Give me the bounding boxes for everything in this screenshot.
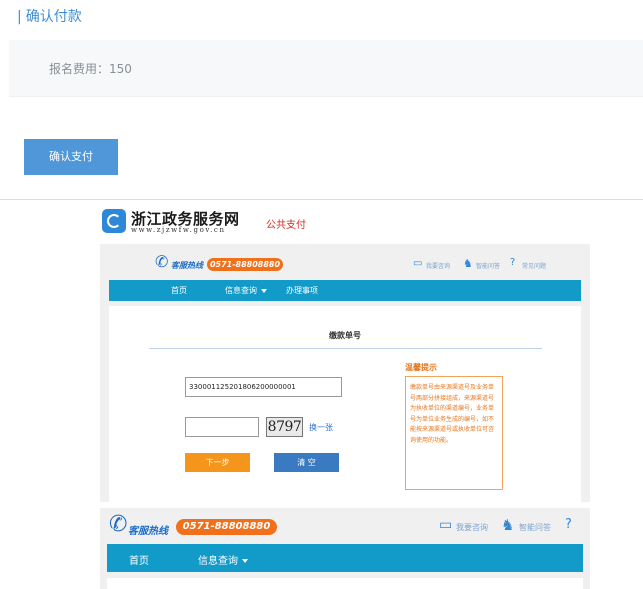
confirm-payment-panel: | 确认付款 报名费用：150 确认支付: [0, 0, 643, 200]
section-title: | 确认付款: [17, 9, 82, 25]
nav-home[interactable]: 首页: [171, 285, 187, 296]
portal-nav-bar: 首页 信息查询: [107, 544, 583, 572]
consult-link[interactable]: 我要咨询: [456, 522, 488, 533]
card-divider: [149, 348, 542, 349]
phone-icon: ✆: [155, 252, 169, 271]
lower-portal-frame: ✆ 客服热线 0571-88808880 ▭ 我要咨询 ♞ 智能问答 ? 首页 …: [100, 508, 590, 589]
portal-header: 浙江政务服务网 www.zjzwfw.gov.cn 公共支付: [100, 204, 590, 244]
chat-icon[interactable]: ▭: [413, 258, 422, 269]
captcha-image: 8797: [266, 417, 303, 437]
phone-icon: ✆: [109, 512, 128, 537]
nav-home[interactable]: 首页: [129, 552, 149, 567]
captcha-input[interactable]: [185, 417, 259, 437]
tips-title: 温馨提示: [405, 363, 437, 372]
payment-query-card: 缴款单号 330001125201806200000001 8797 换一张 下…: [109, 306, 581, 502]
chevron-down-icon: [242, 559, 248, 563]
hotline-label: 客服热线: [128, 526, 168, 537]
smart-qa-link[interactable]: 智能问答: [519, 522, 551, 533]
hotline-label: 客服热线: [171, 261, 203, 270]
faq-link[interactable]: 常见问题: [522, 261, 546, 270]
smart-qa-link[interactable]: 智能问答: [476, 261, 500, 270]
portal-site-url: www.zjzwfw.gov.cn: [131, 226, 226, 234]
consult-link[interactable]: 我要咨询: [426, 261, 450, 270]
fee-row: 报名费用：150: [9, 40, 643, 97]
help-icon[interactable]: ?: [565, 517, 572, 532]
registration-fee: 报名费用：150: [49, 62, 132, 76]
confirm-pay-button[interactable]: 确认支付: [24, 139, 118, 175]
payment-order-input[interactable]: 330001125201806200000001: [185, 377, 342, 397]
divider: [0, 199, 643, 200]
nav-info-query[interactable]: 信息查询: [198, 552, 248, 567]
public-pay-label: 公共支付: [266, 220, 306, 231]
clear-button[interactable]: 清 空: [274, 453, 339, 472]
title-marker: |: [17, 9, 22, 25]
nav-info-query[interactable]: 信息查询: [225, 285, 267, 296]
chevron-down-icon: [261, 288, 267, 293]
hotline-number: 0571-88808880: [207, 258, 283, 271]
portal-frame: ✆ 客服热线 0571-88808880 ▭ 我要咨询 ♞ 智能问答 ? 常见问…: [100, 244, 590, 502]
hotline-number: 0571-88808880: [176, 519, 277, 535]
hotline-bar: ✆ 客服热线 0571-88808880 ▭ 我要咨询 ♞ 智能问答 ? 常见问…: [100, 244, 590, 280]
smart-assistant-icon[interactable]: ♞: [501, 516, 514, 534]
card-title: 缴款单号: [329, 331, 361, 340]
side-gutter: [590, 204, 643, 504]
confirm-area: 确认支付: [9, 98, 643, 188]
lower-content-area: [107, 578, 583, 589]
portal-logo-icon: [102, 209, 126, 233]
help-icon[interactable]: ?: [510, 257, 515, 268]
chat-icon[interactable]: ▭: [439, 517, 452, 533]
nav-services[interactable]: 办理事项: [286, 285, 318, 296]
tips-box: 缴款单号由来源渠道号及业务单号两部分拼接组成，来源渠道号为执收单位的渠道编号，业…: [405, 376, 503, 490]
smart-assistant-icon[interactable]: ♞: [463, 257, 473, 270]
refresh-captcha-link[interactable]: 换一张: [309, 422, 333, 433]
next-step-button[interactable]: 下一步: [185, 453, 250, 472]
portal-nav-bar: 首页 信息查询 办理事项: [109, 280, 581, 301]
